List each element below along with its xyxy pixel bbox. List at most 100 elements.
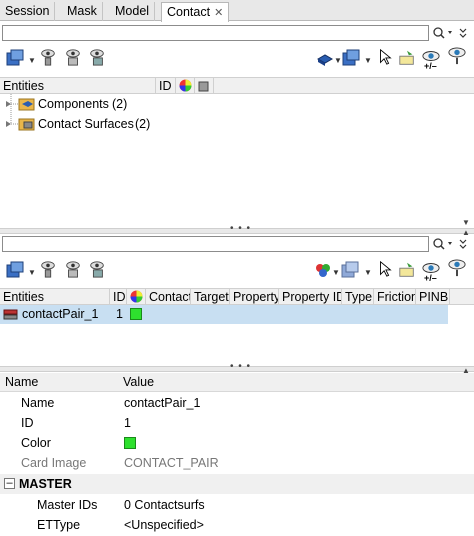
column-header-entities[interactable]: Entities bbox=[0, 289, 110, 305]
entity-filter-icon[interactable] bbox=[6, 49, 24, 67]
property-value[interactable]: 1 bbox=[124, 413, 131, 433]
tab-model[interactable]: Model bbox=[110, 2, 156, 21]
contact-surface-folder-icon bbox=[18, 118, 35, 131]
chevron-down-icon[interactable]: ▼ bbox=[364, 56, 372, 65]
show-icon[interactable] bbox=[39, 260, 57, 278]
search-input[interactable] bbox=[2, 25, 429, 41]
select-all-icon[interactable] bbox=[398, 49, 416, 67]
color-wheel-icon bbox=[179, 79, 192, 92]
collapse-icon[interactable]: – bbox=[4, 478, 15, 489]
property-label: ETType bbox=[37, 518, 81, 532]
search-icon[interactable] bbox=[432, 236, 472, 252]
column-header-name: Name bbox=[5, 375, 39, 389]
property-value[interactable]: contactPair_1 bbox=[124, 393, 200, 413]
entity-filter-icon[interactable] bbox=[6, 261, 24, 279]
splitter-grip: • • • bbox=[230, 223, 252, 234]
plus-minus-label: +/– bbox=[424, 273, 437, 283]
search-controls[interactable] bbox=[432, 25, 472, 46]
column-header-target[interactable]: Target bbox=[191, 289, 230, 305]
column-header-pinb[interactable]: PINB bbox=[416, 289, 450, 305]
table-row[interactable]: contactPair_1 1 bbox=[0, 305, 448, 324]
chevron-down-icon[interactable]: ▼ bbox=[364, 268, 372, 277]
hide-icon[interactable] bbox=[88, 260, 106, 278]
hide-icon[interactable] bbox=[88, 48, 106, 66]
search-icon[interactable] bbox=[432, 25, 472, 41]
tab-contact[interactable]: Contact ✕ bbox=[161, 2, 230, 22]
section-master[interactable]: – MASTER bbox=[0, 474, 474, 494]
color-wheel-icon bbox=[130, 290, 143, 303]
column-header-entities[interactable]: Entities bbox=[0, 78, 156, 94]
column-header-friction[interactable]: Friction bbox=[374, 289, 416, 305]
expand-icon[interactable] bbox=[5, 100, 13, 108]
panel-splitter[interactable]: • • • ▲ bbox=[0, 223, 474, 237]
select-cursor-icon[interactable] bbox=[376, 48, 394, 66]
search-controls[interactable] bbox=[432, 236, 472, 257]
property-row-ettype[interactable]: ETType <Unspecified> bbox=[0, 515, 474, 535]
property-label: Card Image bbox=[21, 456, 87, 470]
properties-header: Name Value bbox=[0, 373, 474, 392]
tab-mask[interactable]: Mask bbox=[62, 2, 103, 21]
visibility-icon[interactable] bbox=[448, 47, 466, 65]
property-row-card-image[interactable]: Card Image CONTACT_PAIR bbox=[0, 453, 474, 473]
expand-icon[interactable] bbox=[5, 120, 13, 128]
property-value: CONTACT_PAIR bbox=[124, 456, 219, 470]
column-header-id[interactable]: ID bbox=[156, 78, 176, 94]
column-header-property-id[interactable]: Property ID bbox=[279, 289, 342, 305]
select-cursor-icon[interactable] bbox=[376, 260, 394, 278]
splitter-grip: • • • bbox=[230, 361, 252, 372]
column-header-color[interactable] bbox=[176, 78, 195, 94]
entity-id: 1 bbox=[116, 307, 123, 321]
select-all-icon[interactable] bbox=[398, 261, 416, 279]
tab-label: Mask bbox=[67, 4, 97, 18]
chevron-down-icon[interactable]: ▼ bbox=[334, 56, 342, 65]
property-row-master-ids[interactable]: Master IDs 0 Contactsurfs bbox=[0, 495, 474, 515]
property-row-id[interactable]: ID 1 bbox=[0, 413, 474, 433]
tab-label: Model bbox=[115, 4, 150, 18]
column-header-type[interactable]: Type bbox=[342, 289, 374, 305]
plus-minus-label: +/– bbox=[424, 61, 437, 71]
contact-pair-icon bbox=[3, 309, 18, 320]
bottom-table-header: Entities ID Contact Target Property Prop… bbox=[0, 288, 474, 305]
column-header-id[interactable]: ID bbox=[110, 289, 127, 305]
property-value[interactable]: 0 Contactsurfs bbox=[124, 495, 205, 515]
visibility-icon[interactable] bbox=[448, 259, 466, 277]
close-icon[interactable]: ✕ bbox=[214, 7, 223, 19]
search-input[interactable] bbox=[2, 236, 429, 252]
property-value[interactable]: <Unspecified> bbox=[124, 515, 204, 535]
property-label: Name bbox=[21, 396, 55, 410]
top-table-header: Entities ID bbox=[0, 77, 474, 94]
tree-item-label: Components bbox=[38, 97, 109, 111]
show-icon[interactable] bbox=[39, 48, 57, 66]
entity-filter-icon[interactable] bbox=[341, 261, 359, 279]
property-row-color[interactable]: Color bbox=[0, 433, 474, 453]
isolate-icon[interactable] bbox=[64, 48, 82, 66]
scroll-down-arrow[interactable]: ▼ bbox=[462, 218, 470, 227]
entity-filter-icon[interactable] bbox=[342, 49, 360, 67]
column-header-contact[interactable]: Contact bbox=[146, 289, 191, 305]
chevron-down-icon[interactable]: ▼ bbox=[332, 268, 340, 277]
column-header-include[interactable] bbox=[195, 78, 214, 94]
tree-item-label: Contact Surfaces bbox=[38, 117, 134, 131]
color-swatch[interactable] bbox=[124, 437, 136, 449]
column-header-color[interactable] bbox=[127, 289, 146, 305]
column-header-property[interactable]: Property bbox=[230, 289, 279, 305]
top-toolbar: ▼ ▼ ▼ +/– bbox=[0, 44, 474, 72]
tree-item-count: (2) bbox=[112, 97, 128, 111]
color-swatch[interactable] bbox=[130, 308, 142, 320]
entity-name: contactPair_1 bbox=[22, 307, 99, 321]
chevron-down-icon[interactable]: ▼ bbox=[28, 268, 36, 277]
property-row-name[interactable]: Name contactPair_1 bbox=[0, 393, 474, 413]
chevron-down-icon[interactable]: ▼ bbox=[28, 56, 36, 65]
color-palette-icon[interactable] bbox=[314, 261, 332, 279]
column-header-value: Value bbox=[123, 375, 155, 389]
component-icon[interactable] bbox=[316, 50, 334, 68]
bottom-toolbar: ▼ ▼ ▼ +/– bbox=[0, 256, 474, 284]
cube-icon bbox=[198, 81, 209, 92]
tab-label: Contact bbox=[167, 5, 211, 19]
tab-label: Session bbox=[5, 4, 50, 18]
panel-splitter[interactable]: • • • ▲ bbox=[0, 361, 474, 375]
isolate-icon[interactable] bbox=[64, 260, 82, 278]
tab-bar: Session Mask Model Contact ✕ bbox=[0, 0, 474, 22]
tree-item-count: (2) bbox=[135, 117, 151, 131]
tab-session[interactable]: Session bbox=[0, 2, 56, 21]
